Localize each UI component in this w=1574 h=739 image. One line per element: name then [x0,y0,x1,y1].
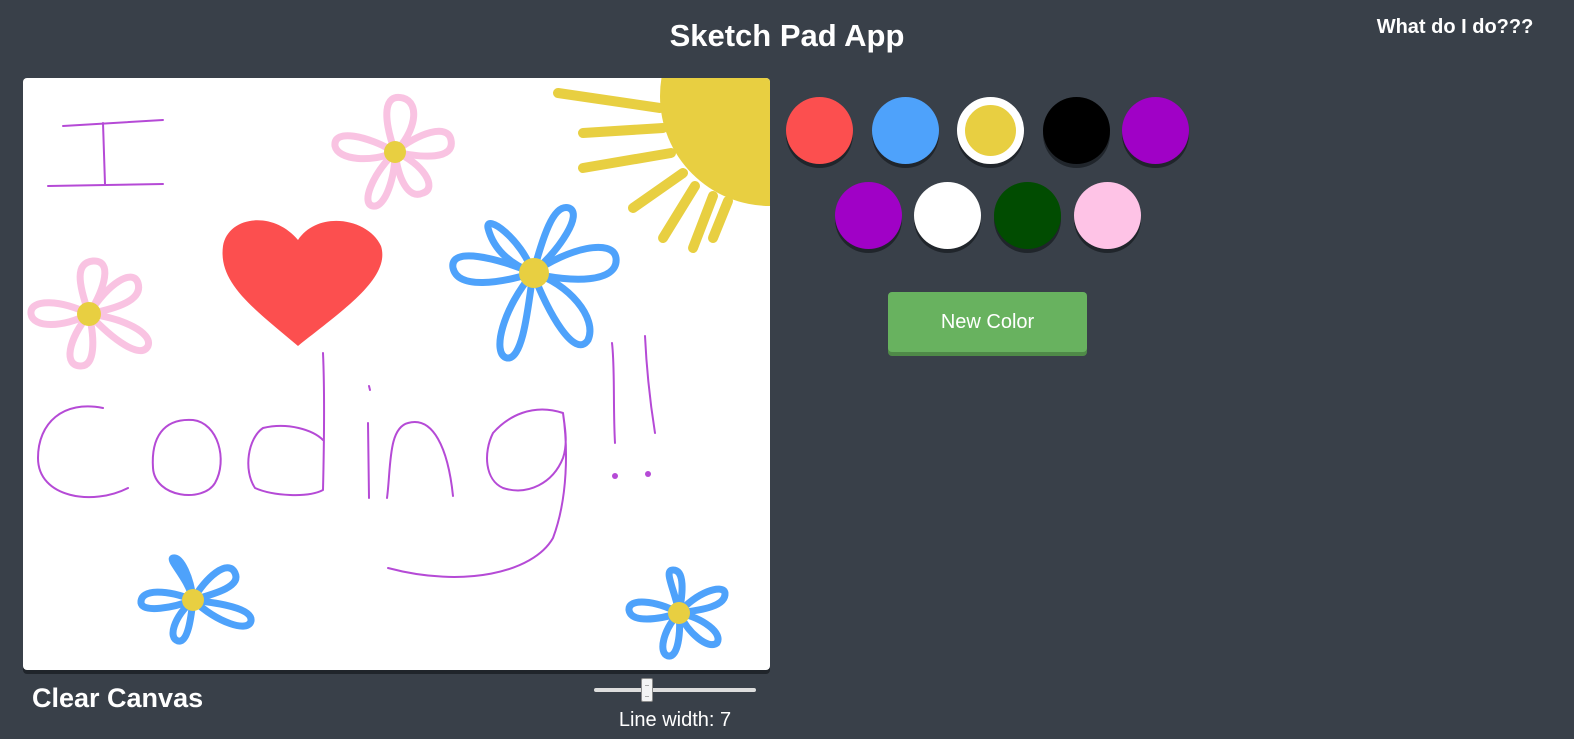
page-title: Sketch Pad App [669,18,905,53]
blue-flower-small-left-center [182,589,204,611]
color-swatch[interactable] [914,182,981,249]
line-width-value: 7 [720,709,732,731]
color-swatch[interactable] [872,97,939,164]
line-width-label: Line width: [618,709,715,731]
drawn-letter-i [47,119,164,187]
help-link[interactable]: What do I do??? [1370,14,1540,40]
sketch-surface[interactable] [23,78,770,670]
line-width-readout: Line width: 7 [594,708,756,732]
red-heart [222,220,383,346]
color-swatch[interactable] [786,97,853,164]
exclamation-dot-2 [645,471,651,477]
color-swatch[interactable] [1122,97,1189,164]
drawing-canvas[interactable] [23,78,770,670]
blue-flower-large-center [519,258,549,288]
new-color-button[interactable]: New Color [888,292,1087,352]
blue-flower-small-right-center [668,602,690,624]
pink-flower-left-center [77,302,101,326]
sketch-pad-app: Sketch Pad App What do I do??? Clear Can… [0,0,1574,739]
exclamation-dot-1 [612,473,618,479]
color-swatch[interactable] [835,182,902,249]
line-width-slider[interactable] [594,676,756,706]
pink-flower-top-center [384,141,406,163]
color-swatch[interactable] [1043,97,1110,164]
color-swatch[interactable] [957,97,1024,164]
slider-track[interactable] [594,688,756,692]
color-swatch[interactable] [994,182,1061,249]
color-swatch[interactable] [1074,182,1141,249]
clear-canvas-button[interactable]: Clear Canvas [32,681,203,715]
yellow-sun [553,78,770,253]
drawn-word-coding [37,335,656,578]
slider-thumb[interactable] [641,678,653,702]
